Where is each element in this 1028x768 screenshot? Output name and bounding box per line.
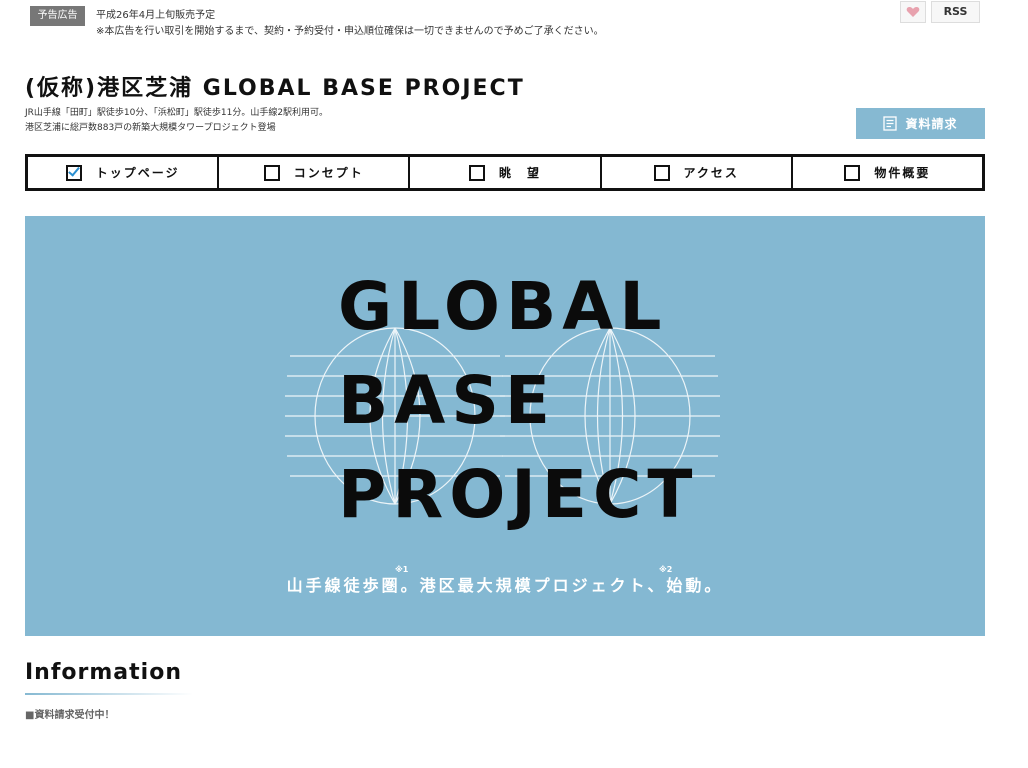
hero-caption: 山手線徒歩圏。港区最大規模プロジェクト、始動。 xyxy=(286,576,724,595)
nav-item-label: アクセス xyxy=(683,166,739,180)
nav-item-top[interactable]: トップページ xyxy=(28,157,217,188)
notice-bar: 予告広告 平成26年4月上旬販売予定 ※本広告を行い取引を開始するまで、契約・予… xyxy=(30,6,930,40)
rss-button[interactable]: RSS xyxy=(931,1,980,23)
favorite-button[interactable] xyxy=(900,1,926,23)
hero-title-line2: BASE xyxy=(338,362,557,439)
checkbox-checked-icon xyxy=(65,164,82,181)
notice-disclaimer: ※本広告を行い取引を開始するまで、契約・予約受付・申込順位確保は一切できませんの… xyxy=(96,26,604,37)
notice-badge: 予告広告 xyxy=(30,6,85,26)
information-item[interactable]: ■資料請求受付中！ xyxy=(25,706,114,721)
nav-item-label: 眺 望 xyxy=(499,166,542,180)
checkbox-icon xyxy=(844,164,861,181)
hero-title-line1: GLOBAL xyxy=(338,268,668,345)
information-heading: Information xyxy=(25,660,182,685)
information-underline xyxy=(25,693,193,695)
request-materials-label: 資料請求 xyxy=(905,117,958,131)
hero-title-line3: PROJECT xyxy=(338,456,699,533)
nav-item-outline[interactable]: 物件概要 xyxy=(790,157,982,188)
nav-item-label: 物件概要 xyxy=(874,166,931,180)
checkbox-icon xyxy=(653,164,670,181)
checkbox-icon xyxy=(469,164,485,181)
global-nav: トップページ コンセプト 眺 望 アクセス 物件概要 xyxy=(25,154,985,191)
document-icon xyxy=(883,116,898,131)
nav-item-concept[interactable]: コンセプト xyxy=(217,157,408,188)
checkbox-icon xyxy=(263,164,280,181)
nav-item-access[interactable]: アクセス xyxy=(599,157,791,188)
nav-item-label: トップページ xyxy=(95,166,180,180)
hero-banner: GLOBAL BASE PROJECT ※1 ※2 山手線徒歩圏。港区最大規模プ… xyxy=(25,216,985,636)
page-title: (仮称)港区芝浦 GLOBAL BASE PROJECT xyxy=(25,76,525,101)
request-materials-button[interactable]: 資料請求 xyxy=(856,108,985,139)
notice-sale-date: 平成26年4月上旬販売予定 xyxy=(96,10,216,21)
heart-icon xyxy=(906,7,920,17)
nav-item-view[interactable]: 眺 望 xyxy=(408,157,599,188)
nav-item-label: コンセプト xyxy=(293,166,364,180)
site-description-access: JR山手線「田町」駅徒歩10分、「浜松町」駅徒歩11分。山手線2駅利用可。 xyxy=(25,108,329,118)
site-description-summary: 港区芝浦に総戸数883戸の新築大規模タワープロジェクト登場 xyxy=(25,123,276,133)
site-description: JR山手線「田町」駅徒歩10分、「浜松町」駅徒歩11分。山手線2駅利用可。 港区… xyxy=(25,106,328,136)
